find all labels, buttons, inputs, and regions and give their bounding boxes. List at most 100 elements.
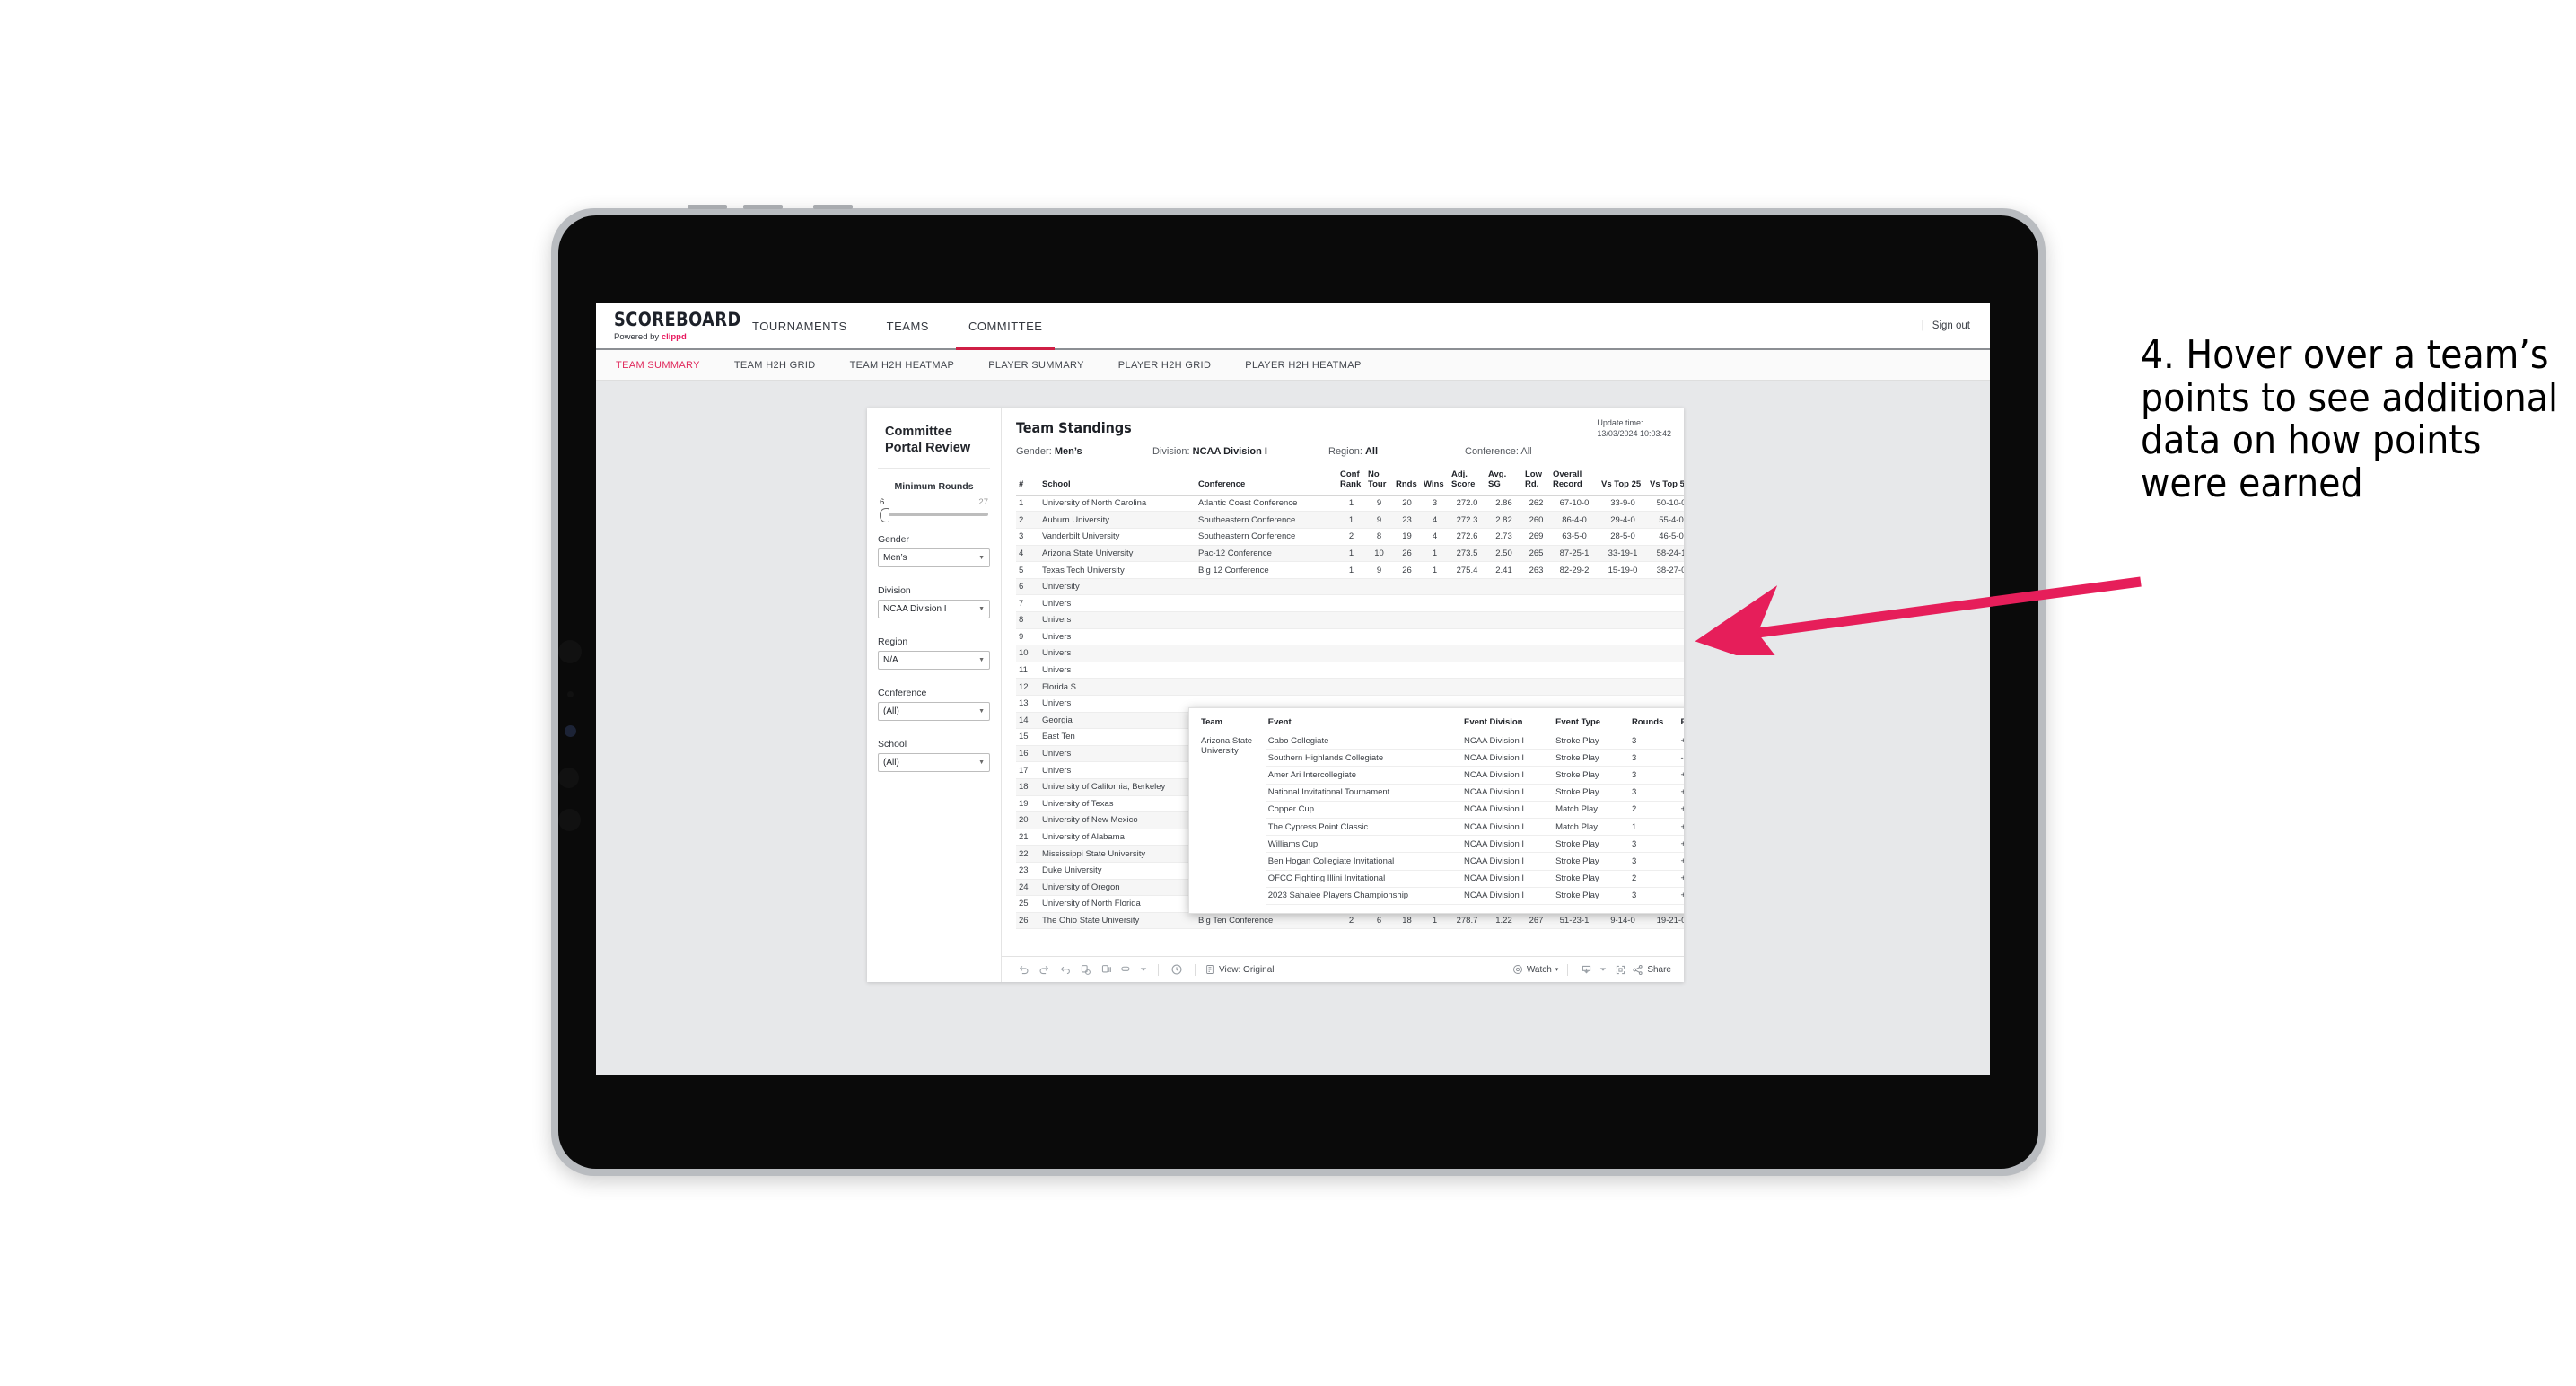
col-vs-top-25[interactable]: Vs Top 25 — [1599, 467, 1647, 496]
cell-no_tour — [1365, 578, 1393, 596]
col-wins[interactable]: Wins — [1421, 467, 1449, 496]
school-select[interactable]: (All) ▼ — [878, 753, 990, 773]
tooltip-division: NCAA Division I — [1461, 766, 1554, 785]
col-vs-top-50[interactable]: Vs Top 50 — [1647, 467, 1684, 496]
cell-conf_rank — [1337, 611, 1365, 629]
cell-conference: Pac-12 Conference — [1196, 545, 1337, 563]
table-row[interactable]: 7 Univers — [1016, 594, 1684, 612]
logo-tagline-prefix: Powered by — [614, 331, 662, 342]
table-row[interactable]: 1 University of North Carolina Atlantic Co… — [1016, 495, 1684, 513]
pause-updates-icon[interactable] — [1097, 961, 1115, 978]
app-logo[interactable]: SCOREBOARD Powered by clippd — [596, 303, 740, 348]
cell-rank: 13 — [1016, 695, 1039, 713]
cell-adj_score — [1449, 594, 1485, 612]
table-row[interactable]: 10 Univers — [1016, 645, 1684, 662]
tooltip-rank-impact: + 0 — [1678, 835, 1684, 854]
nav-teams[interactable]: TEAMS — [867, 303, 949, 348]
cell-low_rd — [1522, 628, 1550, 646]
slider-handle[interactable] — [880, 508, 889, 523]
col-rank[interactable]: # — [1016, 467, 1039, 496]
cell-vs25 — [1599, 611, 1647, 629]
subnav-player-summary[interactable]: PLAYER SUMMARY — [988, 360, 1084, 371]
tooltip-event: Southern Highlands Collegiate — [1265, 749, 1462, 768]
share-button[interactable]: Share — [1632, 964, 1671, 976]
table-row[interactable]: 3 Vanderbilt University Southeastern Confe… — [1016, 528, 1684, 546]
cell-conference — [1196, 662, 1337, 680]
table-row[interactable]: 6 University — [1016, 578, 1684, 596]
tooltip-row: Amer Ari Intercollegiate NCAA Division IS… — [1198, 766, 1684, 785]
redo-icon[interactable] — [1035, 961, 1053, 978]
view-original-button[interactable]: View: Original — [1205, 964, 1275, 975]
history-clock-icon[interactable] — [1168, 961, 1186, 978]
tooltip-division: NCAA Division I — [1461, 732, 1554, 750]
conference-select[interactable]: (All) ▼ — [878, 702, 990, 722]
cell-low_rd — [1522, 678, 1550, 696]
filter-summary: Gender: Men’s Division: NCAA Division I … — [1016, 446, 1669, 457]
download-icon[interactable] — [1577, 961, 1595, 978]
tooltip-type: Stroke Play — [1553, 835, 1629, 854]
subnav-team-summary[interactable]: TEAM SUMMARY — [616, 360, 700, 371]
division-select[interactable]: NCAA Division I ▼ — [878, 600, 990, 619]
tooltip-event: Ben Hogan Collegiate Invitational — [1265, 852, 1462, 871]
tooltip-event: Cabo Collegiate — [1265, 732, 1462, 750]
col-conference[interactable]: Conference — [1196, 467, 1337, 496]
download-dropdown-icon[interactable] — [1598, 961, 1608, 978]
cell-vs25: 9-14-0 — [1599, 912, 1647, 930]
col-school[interactable]: School — [1039, 467, 1196, 496]
col-rnds[interactable]: Rnds — [1393, 467, 1421, 496]
highlight-icon[interactable] — [1117, 961, 1135, 978]
col-overall-record[interactable]: Overall Record — [1550, 467, 1599, 496]
cell-conference: Atlantic Coast Conference — [1196, 495, 1337, 513]
cell-vs25 — [1599, 662, 1647, 680]
cell-overall — [1550, 662, 1599, 680]
table-row[interactable]: 12 Florida S — [1016, 678, 1684, 696]
tooltip-rounds: 2 — [1628, 801, 1678, 819]
undo-icon[interactable] — [1014, 961, 1032, 978]
table-row[interactable]: 4 Arizona State University Pac-12 Conferen… — [1016, 545, 1684, 563]
conference-label: Conference — [878, 688, 927, 699]
minimum-rounds-slider[interactable] — [880, 508, 988, 523]
chevron-down-icon: ▼ — [978, 759, 985, 767]
cell-wins: 1 — [1421, 912, 1449, 930]
cell-conf_rank — [1337, 628, 1365, 646]
fullscreen-icon[interactable] — [1611, 961, 1629, 978]
cell-no_tour — [1365, 611, 1393, 629]
highlight-dropdown-icon[interactable] — [1138, 961, 1149, 978]
sign-out-link[interactable]: Sign out — [1932, 320, 1970, 331]
subnav-team-h2h-grid[interactable]: TEAM H2H GRID — [734, 360, 816, 371]
cell-vs25 — [1599, 578, 1647, 596]
cell-overall — [1550, 628, 1599, 646]
cell-school: Univers — [1039, 594, 1196, 612]
division-label: Division — [878, 585, 911, 597]
col-avg-sg[interactable]: Avg. SG — [1485, 467, 1522, 496]
subnav-team-h2h-heatmap[interactable]: TEAM H2H HEATMAP — [850, 360, 955, 371]
meta-region-label: Region: — [1328, 446, 1362, 457]
revert-icon[interactable] — [1056, 961, 1073, 978]
nav-committee[interactable]: COMMITTEE — [949, 303, 1063, 350]
secondary-nav: TEAM SUMMARY TEAM H2H GRID TEAM H2H HEAT… — [596, 350, 1990, 381]
nav-tournaments[interactable]: TOURNAMENTS — [732, 303, 867, 348]
table-row[interactable]: 26 The Ohio State University Big Ten Confe… — [1016, 912, 1684, 930]
meta-gender: Gender: Men’s — [1016, 446, 1152, 457]
refresh-data-icon[interactable] — [1076, 961, 1094, 978]
table-row[interactable]: 2 Auburn University Southeastern Conferenc… — [1016, 511, 1684, 530]
tooltip-event: Williams Cup — [1265, 835, 1462, 854]
table-row[interactable]: 8 Univers — [1016, 611, 1684, 629]
subnav-player-h2h-heatmap[interactable]: PLAYER H2H HEATMAP — [1245, 360, 1361, 371]
region-select[interactable]: N/A ▼ — [878, 651, 990, 671]
col-no-tour[interactable]: No Tour — [1365, 467, 1393, 496]
points-detail-tooltip: Team Event Event Division Event Type Rou… — [1188, 707, 1684, 914]
col-conf-rank[interactable]: Conf Rank — [1337, 467, 1365, 496]
col-adj-score[interactable]: Adj. Score — [1449, 467, 1485, 496]
gender-select[interactable]: Men’s ▼ — [878, 548, 990, 568]
subnav-player-h2h-grid[interactable]: PLAYER H2H GRID — [1118, 360, 1211, 371]
table-row[interactable]: 5 Texas Tech University Big 12 Conference 1… — [1016, 561, 1684, 579]
table-row[interactable]: 9 Univers — [1016, 628, 1684, 646]
cell-conference — [1196, 645, 1337, 662]
watch-button[interactable]: Watch ▾ — [1512, 964, 1558, 975]
table-row[interactable]: 11 Univers — [1016, 662, 1684, 680]
tooltip-type: Stroke Play — [1553, 766, 1629, 785]
col-low-rd[interactable]: Low Rd. — [1522, 467, 1550, 496]
cell-vs25 — [1599, 678, 1647, 696]
tooltip-rank-impact: + 0 — [1678, 870, 1684, 888]
